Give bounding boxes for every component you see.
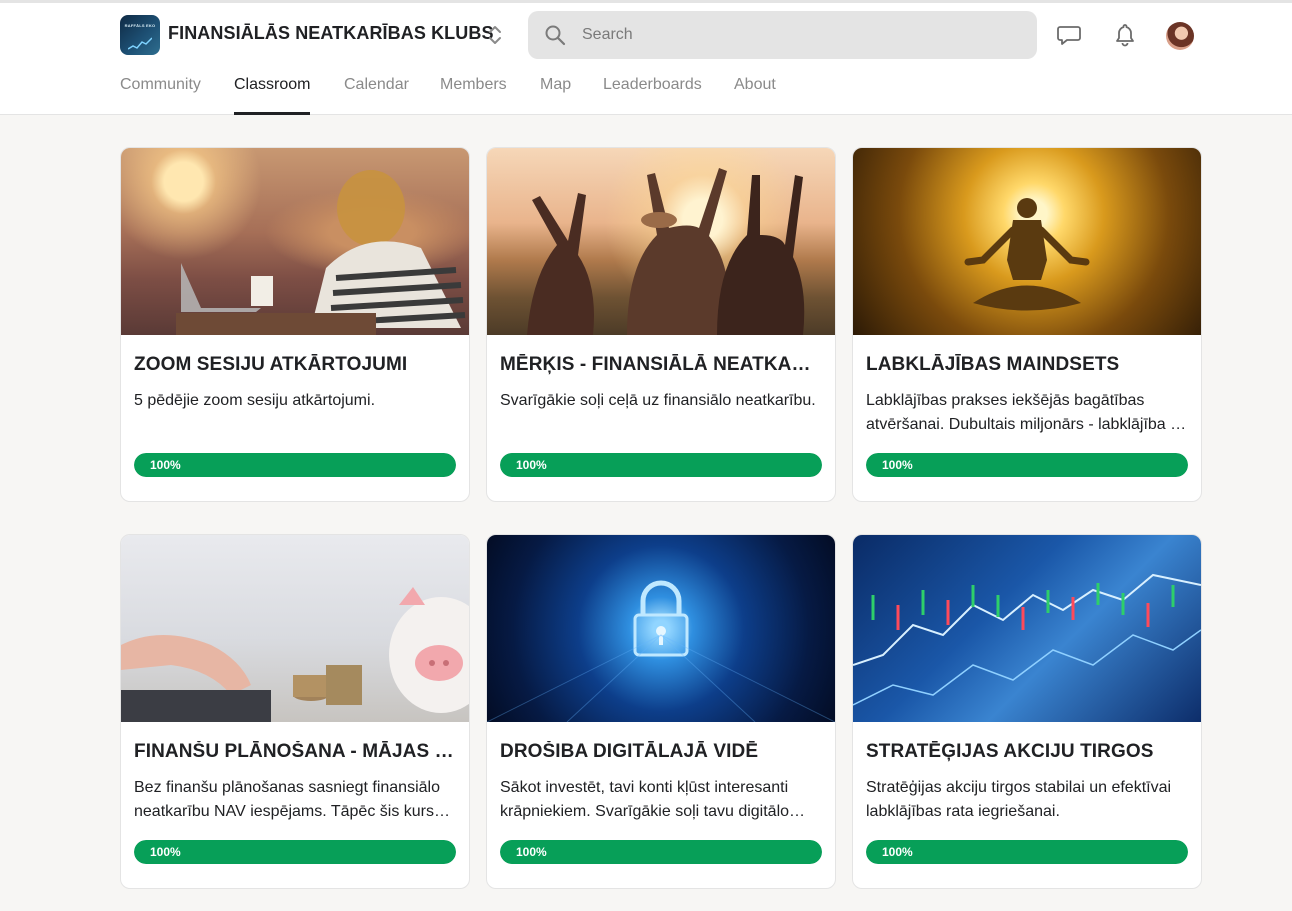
- progress-fill: [134, 840, 456, 864]
- search-input[interactable]: [582, 11, 1022, 59]
- user-avatar[interactable]: [1166, 22, 1194, 50]
- course-image-stock-chart: [853, 535, 1201, 722]
- course-title: ZOOM SESIJU ATKĀRTOJUMI: [134, 354, 408, 375]
- course-progress-bar: 100%: [500, 840, 822, 864]
- progress-fill: [866, 453, 1188, 477]
- progress-fill: [500, 453, 822, 477]
- course-description: 5 pēdējie zoom sesiju atkārtojumi.: [134, 392, 376, 409]
- chat-icon[interactable]: [1056, 22, 1082, 48]
- course-image-woman-studying: [121, 148, 469, 335]
- progress-label: 100%: [516, 845, 547, 859]
- course-title: LABKLĀJĪBAS MAINDSETS: [866, 354, 1120, 375]
- tab-map[interactable]: Map: [540, 73, 571, 115]
- friends-illustration: [527, 168, 805, 335]
- course-title: MĒRĶIS - FINANSIĀLĀ NEATKARĪBA: [500, 354, 822, 375]
- course-progress-bar: 100%: [866, 840, 1188, 864]
- course-description: Sākot investēt, tavi konti kļūst interes…: [500, 779, 790, 820]
- tab-about[interactable]: About: [734, 73, 776, 115]
- course-card[interactable]: ZOOM SESIJU ATKĀRTOJUMI 5 pēdējie zoom s…: [120, 147, 470, 502]
- course-card[interactable]: LABKLĀJĪBAS MAINDSETS Labklājības prakse…: [852, 147, 1202, 502]
- progress-label: 100%: [150, 458, 181, 472]
- course-title: FINANŠU PLĀNOŠANA - MĀJAS BUDŽETS: [134, 741, 456, 762]
- progress-fill: [866, 840, 1188, 864]
- group-switch-icon[interactable]: [486, 23, 504, 47]
- course-description: Labklājības prakses iekšējās bagātības a…: [866, 392, 1188, 433]
- logo-text: RAFFĀLS EKO: [124, 23, 156, 28]
- tab-community[interactable]: Community: [120, 73, 201, 115]
- course-progress-bar: 100%: [866, 453, 1188, 477]
- search-bar[interactable]: [528, 11, 1037, 59]
- progress-fill: [500, 840, 822, 864]
- course-image-golden-meditation: [853, 148, 1201, 335]
- progress-label: 100%: [882, 458, 913, 472]
- progress-label: 100%: [150, 845, 181, 859]
- tab-members[interactable]: Members: [440, 73, 507, 115]
- app-header: RAFFĀLS EKO FINANSIĀLĀS NEATKARĪBAS KLUB…: [0, 3, 1292, 115]
- tab-calendar[interactable]: Calendar: [344, 73, 409, 115]
- meditation-illustration: [964, 198, 1090, 311]
- progress-label: 100%: [882, 845, 913, 859]
- tab-leaderboards[interactable]: Leaderboards: [603, 73, 702, 115]
- course-description: Svarīgākie soļi ceļā uz finansiālo neatk…: [500, 392, 816, 409]
- logo-chart-icon: [128, 37, 152, 50]
- course-progress-bar: 100%: [134, 840, 456, 864]
- woman-studying-illustration: [176, 170, 466, 335]
- tab-classroom[interactable]: Classroom: [234, 73, 311, 115]
- stock-chart-illustration: [853, 573, 1201, 706]
- course-progress-bar: 100%: [500, 453, 822, 477]
- course-card[interactable]: MĒRĶIS - FINANSIĀLĀ NEATKARĪBA Svarīgāki…: [486, 147, 836, 502]
- course-image-friends-sunset: [487, 148, 835, 335]
- course-image-digital-padlock: [487, 535, 835, 722]
- piggy-bank-illustration: [121, 587, 469, 722]
- course-description: Bez finanšu plānošanas sasniegt finansiā…: [134, 779, 456, 820]
- course-image-piggy-bank: [121, 535, 469, 722]
- bell-icon[interactable]: [1112, 22, 1138, 48]
- course-description: Stratēģijas akciju tirgos stabilai un ef…: [866, 779, 1172, 820]
- course-title: STRATĒĢIJAS AKCIJU TIRGOS: [866, 741, 1154, 762]
- course-card[interactable]: FINANŠU PLĀNOŠANA - MĀJAS BUDŽETS Bez fi…: [120, 534, 470, 889]
- course-title: DROŠIBA DIGITĀLAJĀ VIDĒ: [500, 741, 759, 762]
- progress-fill: [134, 453, 456, 477]
- padlock-illustration: [487, 580, 835, 722]
- course-card[interactable]: STRATĒĢIJAS AKCIJU TIRGOS Stratēģijas ak…: [852, 534, 1202, 889]
- course-card[interactable]: DROŠIBA DIGITĀLAJĀ VIDĒ Sākot investēt, …: [486, 534, 836, 889]
- group-logo[interactable]: RAFFĀLS EKO: [120, 15, 160, 55]
- course-progress-bar: 100%: [134, 453, 456, 477]
- search-icon: [545, 25, 566, 46]
- group-title[interactable]: FINANSIĀLĀS NEATKARĪBAS KLUBS: [168, 23, 494, 44]
- progress-label: 100%: [516, 458, 547, 472]
